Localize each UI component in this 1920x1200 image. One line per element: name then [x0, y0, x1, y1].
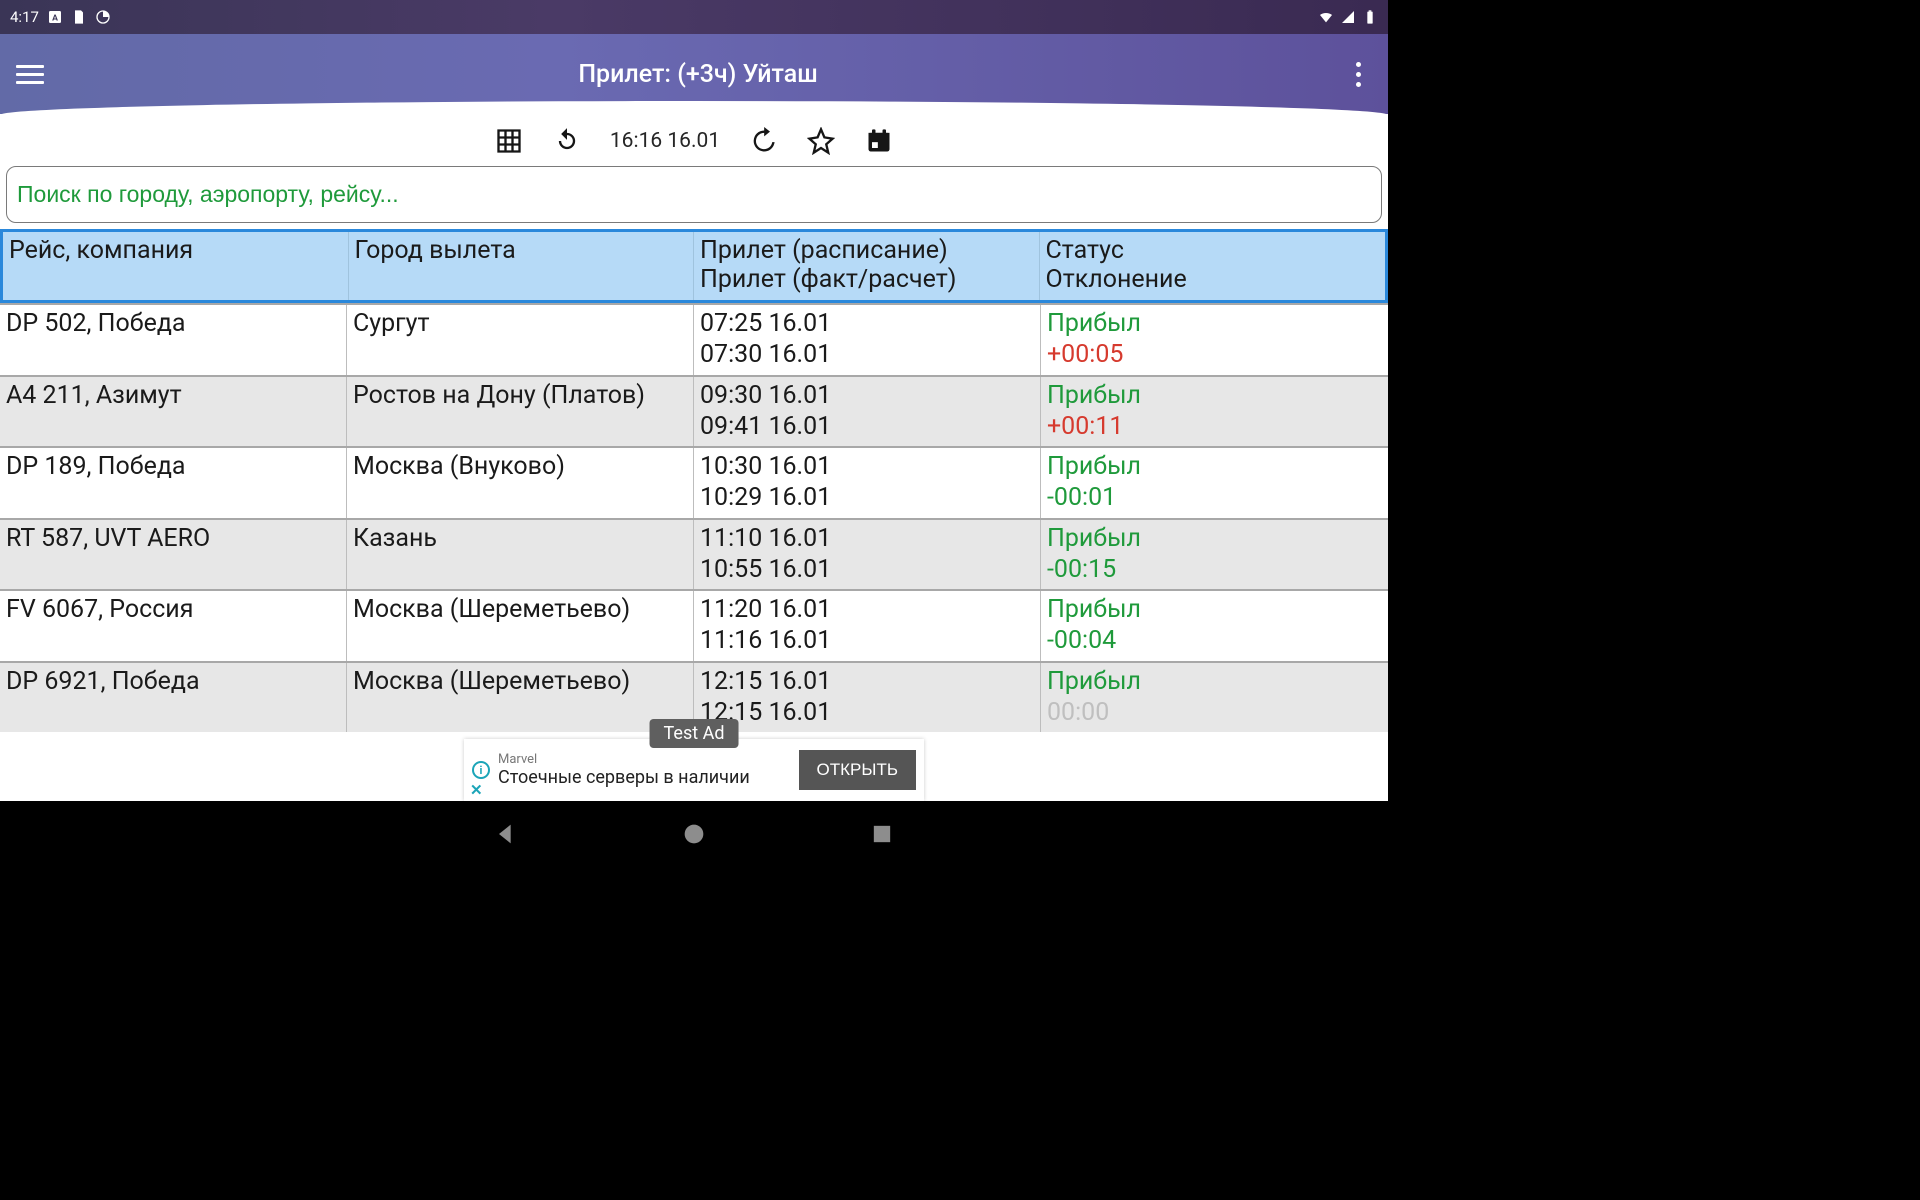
status-time: 4:17 — [10, 8, 39, 26]
signal-icon — [1340, 9, 1356, 25]
cell-status: Прибыл+00:05 — [1041, 305, 1388, 375]
status-icon-a: A — [47, 9, 63, 25]
table-row[interactable]: DP 502, ПобедаСургут07:25 16.0107:30 16.… — [0, 303, 1388, 375]
cell-flight: DP 502, Победа — [0, 305, 347, 375]
grid-icon[interactable] — [494, 126, 524, 156]
cell-arrival: 12:15 16.0112:15 16.01 — [694, 663, 1041, 733]
col-city[interactable]: Город вылета — [349, 232, 695, 300]
cell-city: Москва (Шереметьево) — [347, 591, 694, 661]
cell-status: Прибыл-00:04 — [1041, 591, 1388, 661]
cell-city: Москва (Шереметьево) — [347, 663, 694, 733]
table-header-row: Рейс, компания Город вылета Прилет (расп… — [0, 229, 1388, 303]
col-flight[interactable]: Рейс, компания — [3, 232, 349, 300]
status-pie-icon — [95, 9, 111, 25]
cell-flight: DP 6921, Победа — [0, 663, 347, 733]
cell-status: Прибыл-00:01 — [1041, 448, 1388, 518]
cell-arrival: 11:10 16.0110:55 16.01 — [694, 520, 1041, 590]
ad-text: Стоечные серверы в наличии — [498, 767, 799, 788]
table-row[interactable]: RT 587, UVT AEROКазань11:10 16.0110:55 1… — [0, 518, 1388, 590]
home-button[interactable] — [680, 820, 708, 848]
cell-arrival: 10:30 16.0110:29 16.01 — [694, 448, 1041, 518]
calendar-icon[interactable] — [864, 126, 894, 156]
timestamp-label: 16:16 16.01 — [610, 129, 720, 153]
test-ad-badge: Test Ad — [650, 719, 739, 748]
table-row[interactable]: FV 6067, РоссияМосква (Шереметьево)11:20… — [0, 589, 1388, 661]
app-bar: Прилет: (+3ч) Уйташ — [0, 34, 1388, 114]
cell-arrival: 09:30 16.0109:41 16.01 — [694, 377, 1041, 447]
wifi-icon — [1318, 9, 1334, 25]
cell-city: Казань — [347, 520, 694, 590]
cell-status: Прибыл00:00 — [1041, 663, 1388, 733]
cell-flight: A4 211, Азимут — [0, 377, 347, 447]
cell-status: Прибыл-00:15 — [1041, 520, 1388, 590]
col-arrival[interactable]: Прилет (расписание)Прилет (факт/расчет) — [694, 232, 1040, 300]
table-row[interactable]: A4 211, АзимутРостов на Дону (Платов)09:… — [0, 375, 1388, 447]
back-button[interactable] — [492, 820, 520, 848]
cell-status: Прибыл+00:11 — [1041, 377, 1388, 447]
overflow-menu-button[interactable] — [1344, 62, 1372, 87]
svg-text:A: A — [52, 13, 58, 23]
cell-city: Сургут — [347, 305, 694, 375]
ad-banner[interactable]: Test Ad i ✕ Marvel Стоечные серверы в на… — [464, 739, 924, 801]
col-status[interactable]: СтатусОтклонение — [1040, 232, 1386, 300]
refresh-icon[interactable] — [552, 126, 582, 156]
cell-flight: FV 6067, Россия — [0, 591, 347, 661]
cell-city: Ростов на Дону (Платов) — [347, 377, 694, 447]
ad-open-button[interactable]: ОТКРЫТЬ — [799, 750, 916, 790]
cell-arrival: 07:25 16.0107:30 16.01 — [694, 305, 1041, 375]
cell-city: Москва (Внуково) — [347, 448, 694, 518]
table-row[interactable]: DP 189, ПобедаМосква (Внуково)10:30 16.0… — [0, 446, 1388, 518]
cell-flight: RT 587, UVT AERO — [0, 520, 347, 590]
cell-arrival: 11:20 16.0111:16 16.01 — [694, 591, 1041, 661]
history-icon[interactable] — [748, 126, 778, 156]
menu-button[interactable] — [16, 56, 52, 92]
ad-close-icon[interactable]: ✕ — [470, 781, 483, 799]
battery-icon — [1362, 9, 1378, 25]
ad-info-icon[interactable]: i — [472, 761, 490, 779]
toolbar: 16:16 16.01 — [0, 114, 1388, 166]
status-sd-icon — [71, 9, 87, 25]
cell-flight: DP 189, Победа — [0, 448, 347, 518]
ad-brand: Marvel — [498, 752, 799, 767]
android-status-bar: 4:17 A — [0, 0, 1388, 34]
star-icon[interactable] — [806, 126, 836, 156]
recents-button[interactable] — [868, 820, 896, 848]
page-title: Прилет: (+3ч) Уйташ — [52, 60, 1344, 89]
android-nav-bar — [0, 801, 1388, 867]
search-input[interactable] — [6, 166, 1382, 223]
